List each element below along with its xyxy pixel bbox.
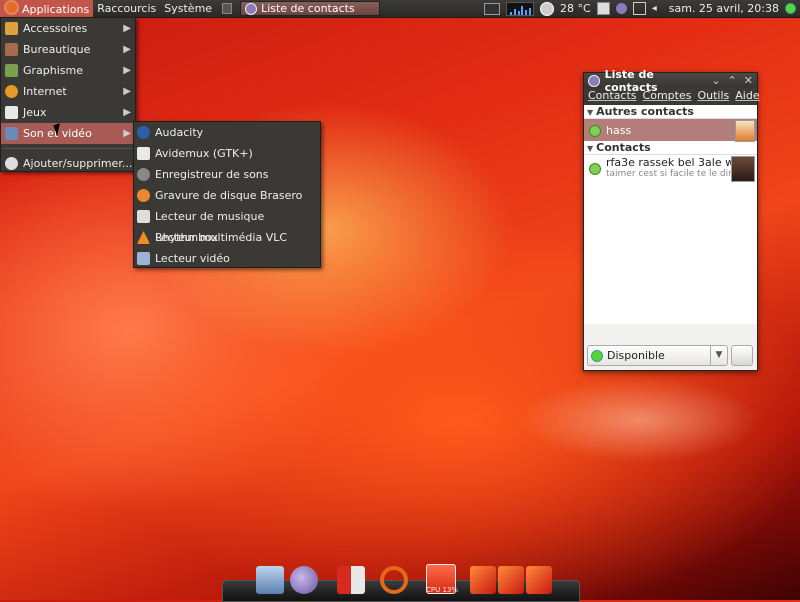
- maximize-icon[interactable]: ⌃: [728, 74, 737, 87]
- workspace-switcher[interactable]: [484, 2, 501, 15]
- status-bar: Disponible ▼: [585, 343, 760, 368]
- cpu-usage-label: CPU 13%: [426, 586, 459, 594]
- submenu-arrow-icon: ▶: [123, 65, 131, 76]
- window-thumbnail[interactable]: [526, 566, 552, 594]
- applications-label: Applications: [22, 3, 90, 16]
- pidgin-icon: [245, 2, 258, 15]
- menu-item-avidemux[interactable]: Avidemux (GTK+): [134, 143, 320, 164]
- temperature-label: 28 °C: [560, 2, 591, 15]
- window-thumbnail[interactable]: [470, 566, 496, 594]
- menu-item-sound-recorder[interactable]: Enregistreur de sons: [134, 164, 320, 185]
- available-status-icon: [591, 349, 603, 362]
- ubuntu-logo-icon: [4, 0, 19, 15]
- show-desktop-icon[interactable]: [222, 3, 233, 14]
- contact-row[interactable]: rfa3e rassek bel 3ale wi ... taimer cest…: [584, 155, 757, 184]
- contact-name: hass: [606, 123, 632, 137]
- weather-icon[interactable]: [540, 1, 555, 16]
- applications-menu-button[interactable]: Applications: [0, 0, 94, 17]
- internet-icon: [5, 85, 18, 98]
- save-disk-icon[interactable]: [256, 566, 284, 594]
- menu-contacts[interactable]: Contacts: [588, 89, 637, 104]
- system-menu-button[interactable]: Système: [160, 0, 216, 17]
- taskbar-item-contact-list[interactable]: Liste de contacts: [240, 1, 381, 16]
- group-header[interactable]: ▼ Autres contacts: [584, 105, 757, 119]
- rhythmbox-icon: [137, 210, 150, 223]
- multimedia-submenu: Audacity Avidemux (GTK+) Enregistreur de…: [133, 121, 321, 268]
- status-indicator-icon[interactable]: [785, 3, 796, 14]
- menu-item-vlc[interactable]: Lecteur multimédia VLC: [134, 227, 320, 248]
- video-player-icon: [137, 252, 150, 265]
- submenu-arrow-icon: ▶: [123, 44, 131, 55]
- network-icon[interactable]: [632, 2, 646, 15]
- window-thumbnail[interactable]: [498, 566, 524, 594]
- group-header[interactable]: ▼ Contacts: [584, 141, 757, 155]
- accessories-icon: [5, 22, 18, 35]
- menu-item-video-player[interactable]: Lecteur vidéo: [134, 248, 320, 269]
- submenu-arrow-icon: ▶: [123, 23, 131, 34]
- menu-item-rhythmbox[interactable]: Lecteur de musique Rhythmbox: [134, 206, 320, 244]
- contact-list-window: Liste de contacts ⌄ ⌃ ✕ Contacts Comptes…: [583, 68, 760, 371]
- contact-status-message: taimer cest si facile te le dire...: [606, 169, 746, 179]
- system-tray: 28 °C ◂ sam. 25 avril, 20:38: [484, 0, 800, 17]
- menu-item-son-et-video[interactable]: Son et vidéo ▶: [1, 123, 135, 144]
- buddy-icon: [735, 120, 755, 142]
- pidgin-launcher-icon[interactable]: [290, 566, 318, 594]
- menu-item-jeux[interactable]: Jeux ▶: [1, 102, 135, 123]
- contact-row[interactable]: hass: [584, 119, 757, 142]
- mail-icon[interactable]: [596, 2, 610, 15]
- menu-item-graphisme[interactable]: Graphisme ▶: [1, 60, 135, 81]
- menu-item-brasero[interactable]: Gravure de disque Brasero: [134, 185, 320, 206]
- expander-icon[interactable]: ▼: [587, 144, 593, 153]
- available-status-icon: [589, 125, 601, 137]
- applications-menu: Accessoires ▶ Bureautique ▶ Graphisme ▶ …: [0, 17, 136, 172]
- games-icon: [5, 106, 18, 119]
- available-status-icon: [589, 163, 601, 175]
- taskbar-item-label: Liste de contacts: [261, 2, 355, 15]
- microphone-icon: [137, 168, 150, 181]
- buddy-avatar: [731, 156, 755, 182]
- menu-item-add-remove[interactable]: Ajouter/supprimer...: [1, 153, 135, 174]
- top-panel: Applications Raccourcis Système Liste de…: [0, 0, 800, 18]
- window-titlebar[interactable]: Liste de contacts ⌄ ⌃ ✕: [584, 68, 757, 94]
- places-menu-button[interactable]: Raccourcis: [93, 0, 160, 17]
- minimize-icon[interactable]: ⌄: [711, 74, 720, 87]
- ubuntu-logo-icon[interactable]: [380, 566, 408, 594]
- multimedia-icon: [5, 127, 18, 140]
- menu-item-bureautique[interactable]: Bureautique ▶: [1, 39, 135, 60]
- status-selector[interactable]: Disponible ▼: [587, 345, 728, 366]
- office-icon: [5, 43, 18, 56]
- menu-item-internet[interactable]: Internet ▶: [1, 81, 135, 102]
- menu-divider: [3, 148, 133, 149]
- vlc-icon: [137, 231, 150, 244]
- add-remove-icon: [5, 157, 18, 170]
- close-icon[interactable]: ✕: [744, 74, 753, 87]
- submenu-arrow-icon: ▶: [123, 128, 131, 139]
- menu-aide[interactable]: Aide: [735, 89, 759, 104]
- volume-icon[interactable]: ◂: [652, 3, 663, 14]
- submenu-arrow-icon: ▶: [123, 107, 131, 118]
- submenu-arrow-icon: ▶: [123, 86, 131, 97]
- contact-name: rfa3e rassek bel 3ale wi ...: [606, 156, 752, 169]
- status-label: Disponible: [607, 349, 665, 362]
- chevron-down-icon[interactable]: ▼: [710, 346, 727, 365]
- menu-item-accessoires[interactable]: Accessoires ▶: [1, 18, 135, 39]
- audacity-icon: [137, 126, 150, 139]
- window-menubar: Contacts Comptes Outils Aide: [584, 88, 760, 105]
- pidgin-icon: [588, 74, 600, 87]
- contact-text: rfa3e rassek bel 3ale wi ... taimer cest…: [606, 156, 751, 179]
- expander-icon[interactable]: ▼: [587, 108, 593, 117]
- mail-notification-button[interactable]: [731, 345, 753, 366]
- clock[interactable]: sam. 25 avril, 20:38: [669, 2, 779, 15]
- menu-comptes[interactable]: Comptes: [643, 89, 692, 104]
- system-monitor-graph[interactable]: [506, 1, 535, 16]
- graphics-icon: [5, 64, 18, 77]
- brasero-icon: [137, 189, 150, 202]
- pidgin-tray-icon[interactable]: [615, 3, 627, 14]
- buddy-list: ▼ Autres contacts hass ▼ Contacts rfa3e ra…: [584, 105, 757, 324]
- menu-item-audacity[interactable]: Audacity: [134, 122, 320, 143]
- avidemux-icon: [137, 147, 150, 160]
- menu-outils[interactable]: Outils: [697, 89, 729, 104]
- logout-icon[interactable]: [337, 566, 365, 594]
